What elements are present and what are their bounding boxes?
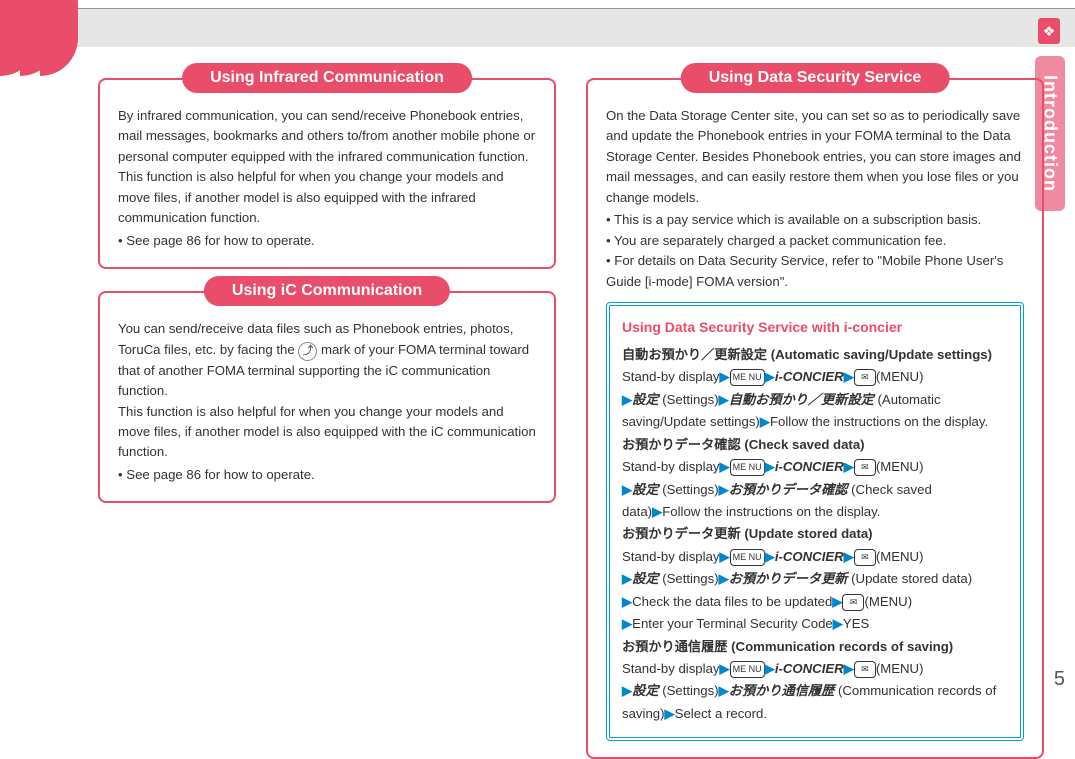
infrared-note: See page 86 for how to operate. <box>118 231 536 251</box>
menu-button-icon: ME NU <box>730 661 765 678</box>
felica-mark-icon: ⤴ <box>298 342 317 361</box>
dss-card: Using Data Security Service On the Data … <box>586 78 1044 759</box>
iconcier-title: Using Data Security Service with i-conci… <box>622 316 1008 340</box>
mail-button-icon: ✉ <box>854 549 876 566</box>
dss-note-3: For details on Data Security Service, re… <box>606 251 1024 292</box>
header-decor <box>0 0 60 76</box>
iconcier-box: Using Data Security Service with i-conci… <box>606 302 1024 741</box>
section-update-stored: お預かりデータ更新 (Update stored data) Stand-by … <box>622 523 1008 635</box>
ic-body1: You can send/receive data files such as … <box>118 319 536 401</box>
infrared-card: Using Infrared Communication By infrared… <box>98 78 556 269</box>
dss-body: On the Data Storage Center site, you can… <box>606 106 1024 208</box>
bookmark-icon: ❖ <box>1038 18 1060 44</box>
mail-button-icon: ✉ <box>854 661 876 678</box>
dss-note-1: This is a pay service which is available… <box>606 210 1024 230</box>
menu-button-icon: ME NU <box>730 549 765 566</box>
page-number: 5 <box>1054 668 1065 691</box>
section-auto-save: 自動お預かり／更新設定 (Automatic saving/Update set… <box>622 344 1008 434</box>
infrared-body2: This function is also helpful for when y… <box>118 167 536 228</box>
menu-button-icon: ME NU <box>730 369 765 386</box>
mail-button-icon: ✉ <box>842 594 864 611</box>
section-comm-records: お預かり通信履歴 (Communication records of savin… <box>622 636 1008 726</box>
dss-note-2: You are separately charged a packet comm… <box>606 231 1024 251</box>
ic-card: Using iC Communication You can send/rece… <box>98 291 556 503</box>
dss-title: Using Data Security Service <box>681 63 950 93</box>
section-check-saved: お預かりデータ確認 (Check saved data) Stand-by di… <box>622 434 1008 524</box>
right-column: Using Data Security Service On the Data … <box>586 78 1044 759</box>
ic-note: See page 86 for how to operate. <box>118 465 536 485</box>
infrared-body1: By infrared communication, you can send/… <box>118 106 536 167</box>
ic-body2: This function is also helpful for when y… <box>118 402 536 463</box>
ic-title: Using iC Communication <box>204 276 450 306</box>
menu-button-icon: ME NU <box>730 459 765 476</box>
mail-button-icon: ✉ <box>854 369 876 386</box>
header-band <box>0 8 1075 48</box>
infrared-title: Using Infrared Communication <box>182 63 472 93</box>
mail-button-icon: ✉ <box>854 459 876 476</box>
left-column: Using Infrared Communication By infrared… <box>98 78 556 759</box>
